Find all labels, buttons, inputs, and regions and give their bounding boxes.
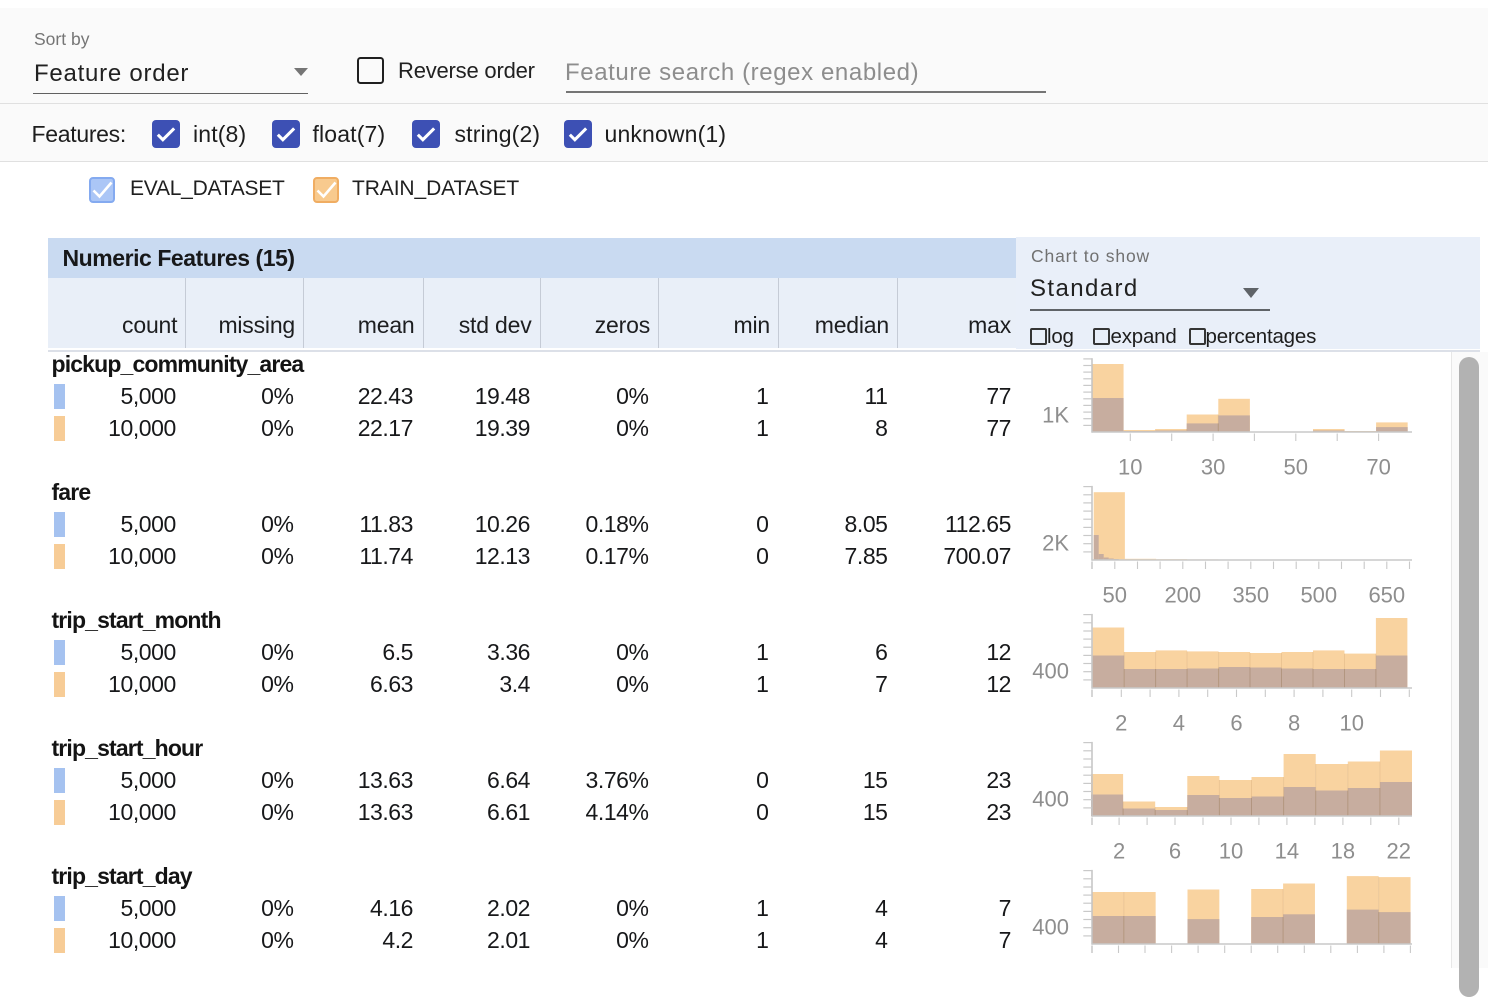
svg-text:500: 500 — [1300, 583, 1337, 606]
svg-text:400: 400 — [1032, 787, 1069, 812]
svg-text:650: 650 — [1368, 583, 1405, 606]
svg-text:2: 2 — [1113, 839, 1125, 862]
svg-text:30: 30 — [1201, 455, 1225, 478]
svg-text:400: 400 — [1032, 659, 1069, 684]
svg-text:400: 400 — [1032, 915, 1069, 940]
svg-text:22: 22 — [1387, 839, 1411, 862]
svg-text:6: 6 — [1169, 839, 1181, 862]
svg-text:2K: 2K — [1042, 531, 1069, 556]
svg-text:6: 6 — [1230, 711, 1242, 734]
svg-text:350: 350 — [1232, 583, 1269, 606]
svg-text:10: 10 — [1219, 839, 1243, 862]
svg-text:10: 10 — [1118, 455, 1142, 478]
svg-text:70: 70 — [1366, 455, 1390, 478]
svg-text:18: 18 — [1331, 839, 1355, 862]
svg-text:14: 14 — [1275, 839, 1299, 862]
svg-text:1K: 1K — [1042, 403, 1069, 428]
svg-text:50: 50 — [1103, 583, 1127, 606]
svg-text:50: 50 — [1284, 455, 1308, 478]
svg-text:8: 8 — [1288, 711, 1300, 734]
svg-text:200: 200 — [1164, 583, 1201, 606]
svg-text:10: 10 — [1339, 711, 1363, 734]
svg-text:2: 2 — [1115, 711, 1127, 734]
svg-text:4: 4 — [1173, 711, 1185, 734]
